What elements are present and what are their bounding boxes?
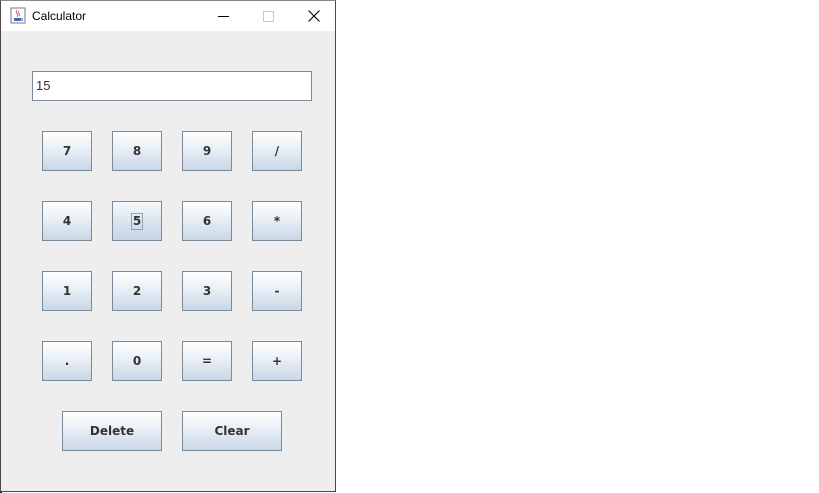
key-label: 7 xyxy=(62,144,72,158)
key-label: . xyxy=(64,354,70,368)
key-label: 3 xyxy=(202,284,212,298)
close-button[interactable] xyxy=(291,1,337,31)
key-divide[interactable]: / xyxy=(252,131,302,171)
key-label: 0 xyxy=(132,354,142,368)
close-icon xyxy=(308,10,320,22)
key-equals[interactable]: = xyxy=(182,341,232,381)
key-label: 4 xyxy=(62,214,72,228)
key-6[interactable]: 6 xyxy=(182,201,232,241)
key-2[interactable]: 2 xyxy=(112,271,162,311)
key-subtract[interactable]: - xyxy=(252,271,302,311)
key-label: * xyxy=(273,214,281,228)
title-bar[interactable]: Calculator xyxy=(1,1,335,31)
key-label: - xyxy=(274,284,280,298)
key-0[interactable]: 0 xyxy=(112,341,162,381)
key-label: / xyxy=(274,144,280,158)
key-1[interactable]: 1 xyxy=(42,271,92,311)
key-decimal[interactable]: . xyxy=(42,341,92,381)
key-add[interactable]: + xyxy=(252,341,302,381)
clear-label: Clear xyxy=(214,424,250,438)
window-title: Calculator xyxy=(32,9,87,23)
key-label: 5 xyxy=(130,212,144,230)
key-4[interactable]: 4 xyxy=(42,201,92,241)
key-9[interactable]: 9 xyxy=(182,131,232,171)
delete-button[interactable]: Delete xyxy=(62,411,162,451)
key-multiply[interactable]: * xyxy=(252,201,302,241)
key-8[interactable]: 8 xyxy=(112,131,162,171)
java-coffee-cup-icon xyxy=(10,7,26,24)
maximize-icon xyxy=(262,10,274,22)
minimize-icon xyxy=(217,15,229,17)
key-label: + xyxy=(271,354,283,368)
minimize-button[interactable] xyxy=(200,1,246,31)
key-label: 1 xyxy=(62,284,72,298)
key-3[interactable]: 3 xyxy=(182,271,232,311)
key-label: 8 xyxy=(132,144,142,158)
calculator-window: Calculator 15 7 8 9 / 4 5 6 * 1 2 3 - . … xyxy=(0,0,336,492)
key-label: = xyxy=(201,354,213,368)
key-5[interactable]: 5 xyxy=(112,201,162,241)
delete-label: Delete xyxy=(89,424,135,438)
key-7[interactable]: 7 xyxy=(42,131,92,171)
key-label: 6 xyxy=(202,214,212,228)
key-label: 2 xyxy=(132,284,142,298)
maximize-button[interactable] xyxy=(245,1,291,31)
key-label: 9 xyxy=(202,144,212,158)
display-field[interactable]: 15 xyxy=(32,71,312,101)
clear-button[interactable]: Clear xyxy=(182,411,282,451)
